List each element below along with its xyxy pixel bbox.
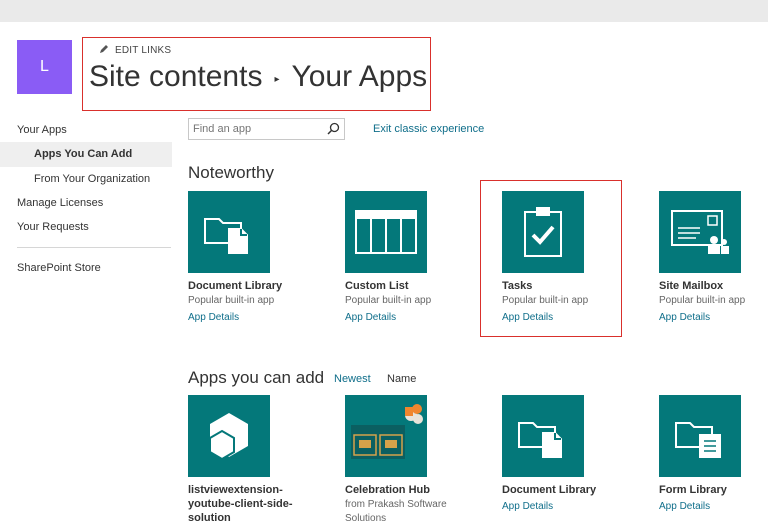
sort-name-link[interactable]: Name <box>387 373 416 385</box>
site-logo-letter: L <box>40 58 49 75</box>
app-name[interactable]: Site Mailbox <box>659 279 768 293</box>
noteworthy-heading: Noteworthy <box>188 163 274 182</box>
app-name[interactable]: Form Library <box>659 483 768 497</box>
form-library-icon[interactable] <box>659 395 741 477</box>
app-name[interactable]: Document Library <box>188 279 328 293</box>
nav-apps-you-can-add[interactable]: Apps You Can Add <box>0 142 172 167</box>
app-details-link[interactable]: App Details <box>188 311 328 325</box>
document-library-icon[interactable] <box>502 395 584 477</box>
breadcrumb-your-apps: Your Apps <box>291 60 428 93</box>
app-details-link[interactable]: App Details <box>659 500 768 514</box>
edit-links-label: EDIT LINKS <box>115 45 172 56</box>
nav-your-requests[interactable]: Your Requests <box>0 215 172 239</box>
app-tile-document-library-2: Document Library App Details <box>502 395 642 514</box>
app-tile-site-mailbox: Site Mailbox Popular built-in app App De… <box>659 191 768 325</box>
search-input[interactable] <box>193 120 323 138</box>
exit-classic-experience-link[interactable]: Exit classic experience <box>373 123 484 135</box>
search-box <box>188 118 345 140</box>
app-description: from Prakash Software Solutions <box>345 499 447 524</box>
pencil-icon <box>99 44 109 57</box>
app-name[interactable]: Custom List <box>345 279 485 293</box>
edit-links-button[interactable]: EDIT LINKS <box>99 44 171 57</box>
app-description: Popular built-in app <box>659 295 746 306</box>
app-tile-document-library: Document Library Popular built-in app Ap… <box>188 191 328 325</box>
nav-manage-licenses[interactable]: Manage Licenses <box>0 191 172 215</box>
app-tile-custom-list: Custom List Popular built-in app App Det… <box>345 191 485 325</box>
nav-sharepoint-store[interactable]: SharePoint Store <box>0 256 172 280</box>
app-name[interactable]: Document Library <box>502 483 642 497</box>
app-tile-celebration-hub: Celebration Hub from Prakash Software So… <box>345 395 485 526</box>
page-title: Site contents ▸ Your Apps <box>89 60 427 94</box>
custom-list-icon[interactable] <box>345 191 427 273</box>
app-name[interactable]: listviewextension-youtube-client-side-so… <box>188 483 328 525</box>
search-icon[interactable] <box>327 122 340 140</box>
celebration-hub-icon[interactable] <box>345 395 427 477</box>
app-tile-form-library: Form Library App Details <box>659 395 768 514</box>
sort-newest-link[interactable]: Newest <box>334 373 371 385</box>
app-details-link[interactable]: App Details <box>345 311 485 325</box>
breadcrumb-site-contents[interactable]: Site contents <box>89 60 262 94</box>
apps-you-can-add-heading: Apps you can add <box>188 368 325 387</box>
document-library-icon[interactable] <box>188 191 270 273</box>
site-mailbox-icon[interactable] <box>659 191 741 273</box>
nav-from-your-organization[interactable]: From Your Organization <box>0 167 172 191</box>
app-tile-listviewextension: listviewextension-youtube-client-side-so… <box>188 395 328 525</box>
top-bar <box>0 0 768 22</box>
app-name[interactable]: Celebration Hub <box>345 483 485 497</box>
cube-icon[interactable] <box>188 395 270 477</box>
app-details-link[interactable]: App Details <box>502 500 642 514</box>
nav-your-apps[interactable]: Your Apps <box>0 118 172 142</box>
app-description: Popular built-in app <box>188 295 275 306</box>
left-navigation: Your Apps Apps You Can Add From Your Org… <box>0 118 172 280</box>
app-details-link[interactable]: App Details <box>659 311 768 325</box>
tasks-highlight-box <box>480 180 622 337</box>
breadcrumb-separator-icon: ▸ <box>274 73 280 85</box>
app-description: Popular built-in app <box>345 295 432 306</box>
nav-divider <box>17 247 171 248</box>
site-logo[interactable]: L <box>17 40 72 94</box>
